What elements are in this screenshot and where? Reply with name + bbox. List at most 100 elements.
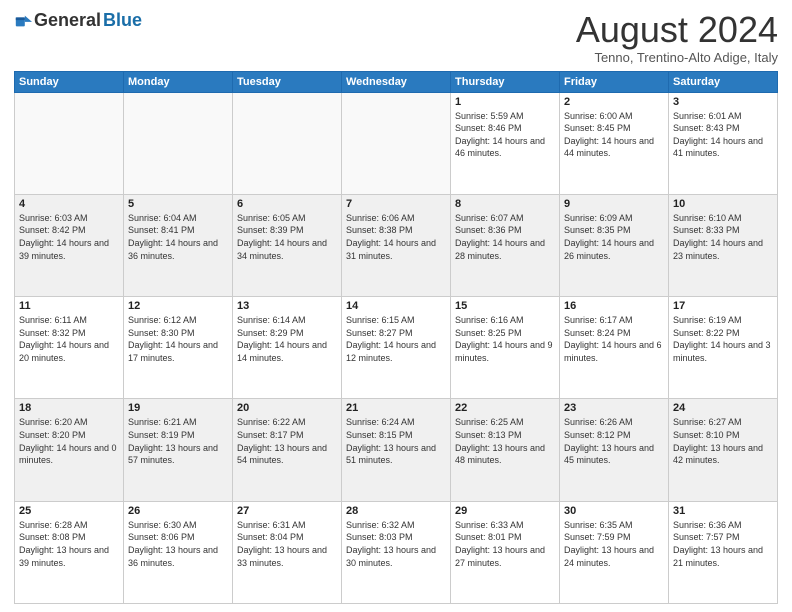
day-info: Sunrise: 6:12 AM Sunset: 8:30 PM Dayligh…: [128, 314, 228, 364]
col-wednesday: Wednesday: [342, 71, 451, 92]
table-row: 25 Sunrise: 6:28 AM Sunset: 8:08 PM Dayli…: [15, 501, 124, 603]
day-info: Sunrise: 5:59 AM Sunset: 8:46 PM Dayligh…: [455, 110, 555, 160]
table-row: 4Sunrise: 6:03 AM Sunset: 8:42 PM Daylig…: [15, 194, 124, 296]
title-block: August 2024 Tenno, Trentino-Alto Adige, …: [576, 10, 778, 65]
day-number: 14: [346, 300, 446, 312]
table-row: 30 Sunrise: 6:35 AM Sunset: 7:59 PM Dayli…: [560, 501, 669, 603]
day-info: Sunrise: 6:24 AM Sunset: 8:15 PM Dayligh…: [346, 416, 446, 466]
table-row: 27 Sunrise: 6:31 AM Sunset: 8:04 PM Dayli…: [233, 501, 342, 603]
table-row: 26Sunrise: 6:30 AM Sunset: 8:06 PM Dayli…: [124, 501, 233, 603]
day-number: 10: [673, 198, 773, 210]
calendar-row: 4Sunrise: 6:03 AM Sunset: 8:42 PM Daylig…: [15, 194, 778, 296]
table-row: 12 Sunrise: 6:12 AM Sunset: 8:30 PM Dayli…: [124, 297, 233, 399]
day-number: 31: [673, 505, 773, 517]
col-sunday: Sunday: [15, 71, 124, 92]
table-row: 24Sunrise: 6:27 AM Sunset: 8:10 PM Dayli…: [669, 399, 778, 501]
day-number: 8: [455, 198, 555, 210]
day-number: 12: [128, 300, 228, 312]
header: General Blue August 2024 Tenno, Trentino…: [14, 10, 778, 65]
col-tuesday: Tuesday: [233, 71, 342, 92]
day-info: Sunrise: 6:25 AM Sunset: 8:13 PM Dayligh…: [455, 416, 555, 466]
day-number: 25: [19, 505, 119, 517]
day-number: 21: [346, 402, 446, 414]
table-row: 10 Sunrise: 6:10 AM Sunset: 8:33 PM Dayli…: [669, 194, 778, 296]
calendar-row: 25 Sunrise: 6:28 AM Sunset: 8:08 PM Dayli…: [15, 501, 778, 603]
table-row: 13Sunrise: 6:14 AM Sunset: 8:29 PM Dayli…: [233, 297, 342, 399]
day-info: Sunrise: 6:16 AM Sunset: 8:25 PM Dayligh…: [455, 314, 555, 364]
table-row: 7Sunrise: 6:06 AM Sunset: 8:38 PM Daylig…: [342, 194, 451, 296]
table-row: [233, 92, 342, 194]
table-row: 6Sunrise: 6:05 AM Sunset: 8:39 PM Daylig…: [233, 194, 342, 296]
table-row: 28 Sunrise: 6:32 AM Sunset: 8:03 PM Dayli…: [342, 501, 451, 603]
col-friday: Friday: [560, 71, 669, 92]
day-info: Sunrise: 6:28 AM Sunset: 8:08 PM Dayligh…: [19, 519, 119, 569]
day-number: 17: [673, 300, 773, 312]
day-info: Sunrise: 6:33 AM Sunset: 8:01 PM Dayligh…: [455, 519, 555, 569]
table-row: 14Sunrise: 6:15 AM Sunset: 8:27 PM Dayli…: [342, 297, 451, 399]
day-info: Sunrise: 6:22 AM Sunset: 8:17 PM Dayligh…: [237, 416, 337, 466]
day-info: Sunrise: 6:00 AM Sunset: 8:45 PM Dayligh…: [564, 110, 664, 160]
table-row: 19 Sunrise: 6:21 AM Sunset: 8:19 PM Dayli…: [124, 399, 233, 501]
day-number: 29: [455, 505, 555, 517]
day-info: Sunrise: 6:07 AM Sunset: 8:36 PM Dayligh…: [455, 212, 555, 262]
day-info: Sunrise: 6:26 AM Sunset: 8:12 PM Dayligh…: [564, 416, 664, 466]
table-row: 23 Sunrise: 6:26 AM Sunset: 8:12 PM Dayli…: [560, 399, 669, 501]
day-info: Sunrise: 6:35 AM Sunset: 7:59 PM Dayligh…: [564, 519, 664, 569]
calendar-row: 1 Sunrise: 5:59 AM Sunset: 8:46 PM Daylig…: [15, 92, 778, 194]
table-row: 31Sunrise: 6:36 AM Sunset: 7:57 PM Dayli…: [669, 501, 778, 603]
day-number: 4: [19, 198, 119, 210]
table-row: 9Sunrise: 6:09 AM Sunset: 8:35 PM Daylig…: [560, 194, 669, 296]
day-info: Sunrise: 6:19 AM Sunset: 8:22 PM Dayligh…: [673, 314, 773, 364]
day-number: 27: [237, 505, 337, 517]
day-number: 11: [19, 300, 119, 312]
table-row: 11 Sunrise: 6:11 AM Sunset: 8:32 PM Dayli…: [15, 297, 124, 399]
location: Tenno, Trentino-Alto Adige, Italy: [576, 50, 778, 65]
day-number: 24: [673, 402, 773, 414]
table-row: 8 Sunrise: 6:07 AM Sunset: 8:36 PM Daylig…: [451, 194, 560, 296]
day-info: Sunrise: 6:17 AM Sunset: 8:24 PM Dayligh…: [564, 314, 664, 364]
day-info: Sunrise: 6:21 AM Sunset: 8:19 PM Dayligh…: [128, 416, 228, 466]
table-row: 18 Sunrise: 6:20 AM Sunset: 8:20 PM Dayli…: [15, 399, 124, 501]
day-info: Sunrise: 6:04 AM Sunset: 8:41 PM Dayligh…: [128, 212, 228, 262]
day-info: Sunrise: 6:01 AM Sunset: 8:43 PM Dayligh…: [673, 110, 773, 160]
table-row: [15, 92, 124, 194]
day-number: 9: [564, 198, 664, 210]
day-number: 28: [346, 505, 446, 517]
day-info: Sunrise: 6:31 AM Sunset: 8:04 PM Dayligh…: [237, 519, 337, 569]
col-monday: Monday: [124, 71, 233, 92]
day-number: 20: [237, 402, 337, 414]
day-info: Sunrise: 6:10 AM Sunset: 8:33 PM Dayligh…: [673, 212, 773, 262]
day-number: 23: [564, 402, 664, 414]
table-row: 3 Sunrise: 6:01 AM Sunset: 8:43 PM Daylig…: [669, 92, 778, 194]
table-row: 15Sunrise: 6:16 AM Sunset: 8:25 PM Dayli…: [451, 297, 560, 399]
table-row: 17 Sunrise: 6:19 AM Sunset: 8:22 PM Dayli…: [669, 297, 778, 399]
calendar-row: 11 Sunrise: 6:11 AM Sunset: 8:32 PM Dayli…: [15, 297, 778, 399]
day-number: 30: [564, 505, 664, 517]
calendar-header-row: Sunday Monday Tuesday Wednesday Thursday…: [15, 71, 778, 92]
day-info: Sunrise: 6:11 AM Sunset: 8:32 PM Dayligh…: [19, 314, 119, 364]
table-row: 16 Sunrise: 6:17 AM Sunset: 8:24 PM Dayli…: [560, 297, 669, 399]
day-number: 5: [128, 198, 228, 210]
day-info: Sunrise: 6:30 AM Sunset: 8:06 PM Dayligh…: [128, 519, 228, 569]
table-row: 1 Sunrise: 5:59 AM Sunset: 8:46 PM Daylig…: [451, 92, 560, 194]
logo-blue: Blue: [103, 10, 142, 31]
day-number: 19: [128, 402, 228, 414]
day-info: Sunrise: 6:32 AM Sunset: 8:03 PM Dayligh…: [346, 519, 446, 569]
day-info: Sunrise: 6:05 AM Sunset: 8:39 PM Dayligh…: [237, 212, 337, 262]
table-row: 2 Sunrise: 6:00 AM Sunset: 8:45 PM Daylig…: [560, 92, 669, 194]
calendar: Sunday Monday Tuesday Wednesday Thursday…: [14, 71, 778, 604]
logo-general: General: [34, 10, 101, 31]
table-row: 5 Sunrise: 6:04 AM Sunset: 8:41 PM Daylig…: [124, 194, 233, 296]
day-number: 22: [455, 402, 555, 414]
month-title: August 2024: [576, 10, 778, 50]
day-number: 18: [19, 402, 119, 414]
day-number: 7: [346, 198, 446, 210]
page: General Blue August 2024 Tenno, Trentino…: [0, 0, 792, 612]
day-number: 16: [564, 300, 664, 312]
day-number: 3: [673, 96, 773, 108]
day-number: 2: [564, 96, 664, 108]
day-info: Sunrise: 6:20 AM Sunset: 8:20 PM Dayligh…: [19, 416, 119, 466]
day-number: 1: [455, 96, 555, 108]
table-row: 22 Sunrise: 6:25 AM Sunset: 8:13 PM Dayli…: [451, 399, 560, 501]
col-saturday: Saturday: [669, 71, 778, 92]
